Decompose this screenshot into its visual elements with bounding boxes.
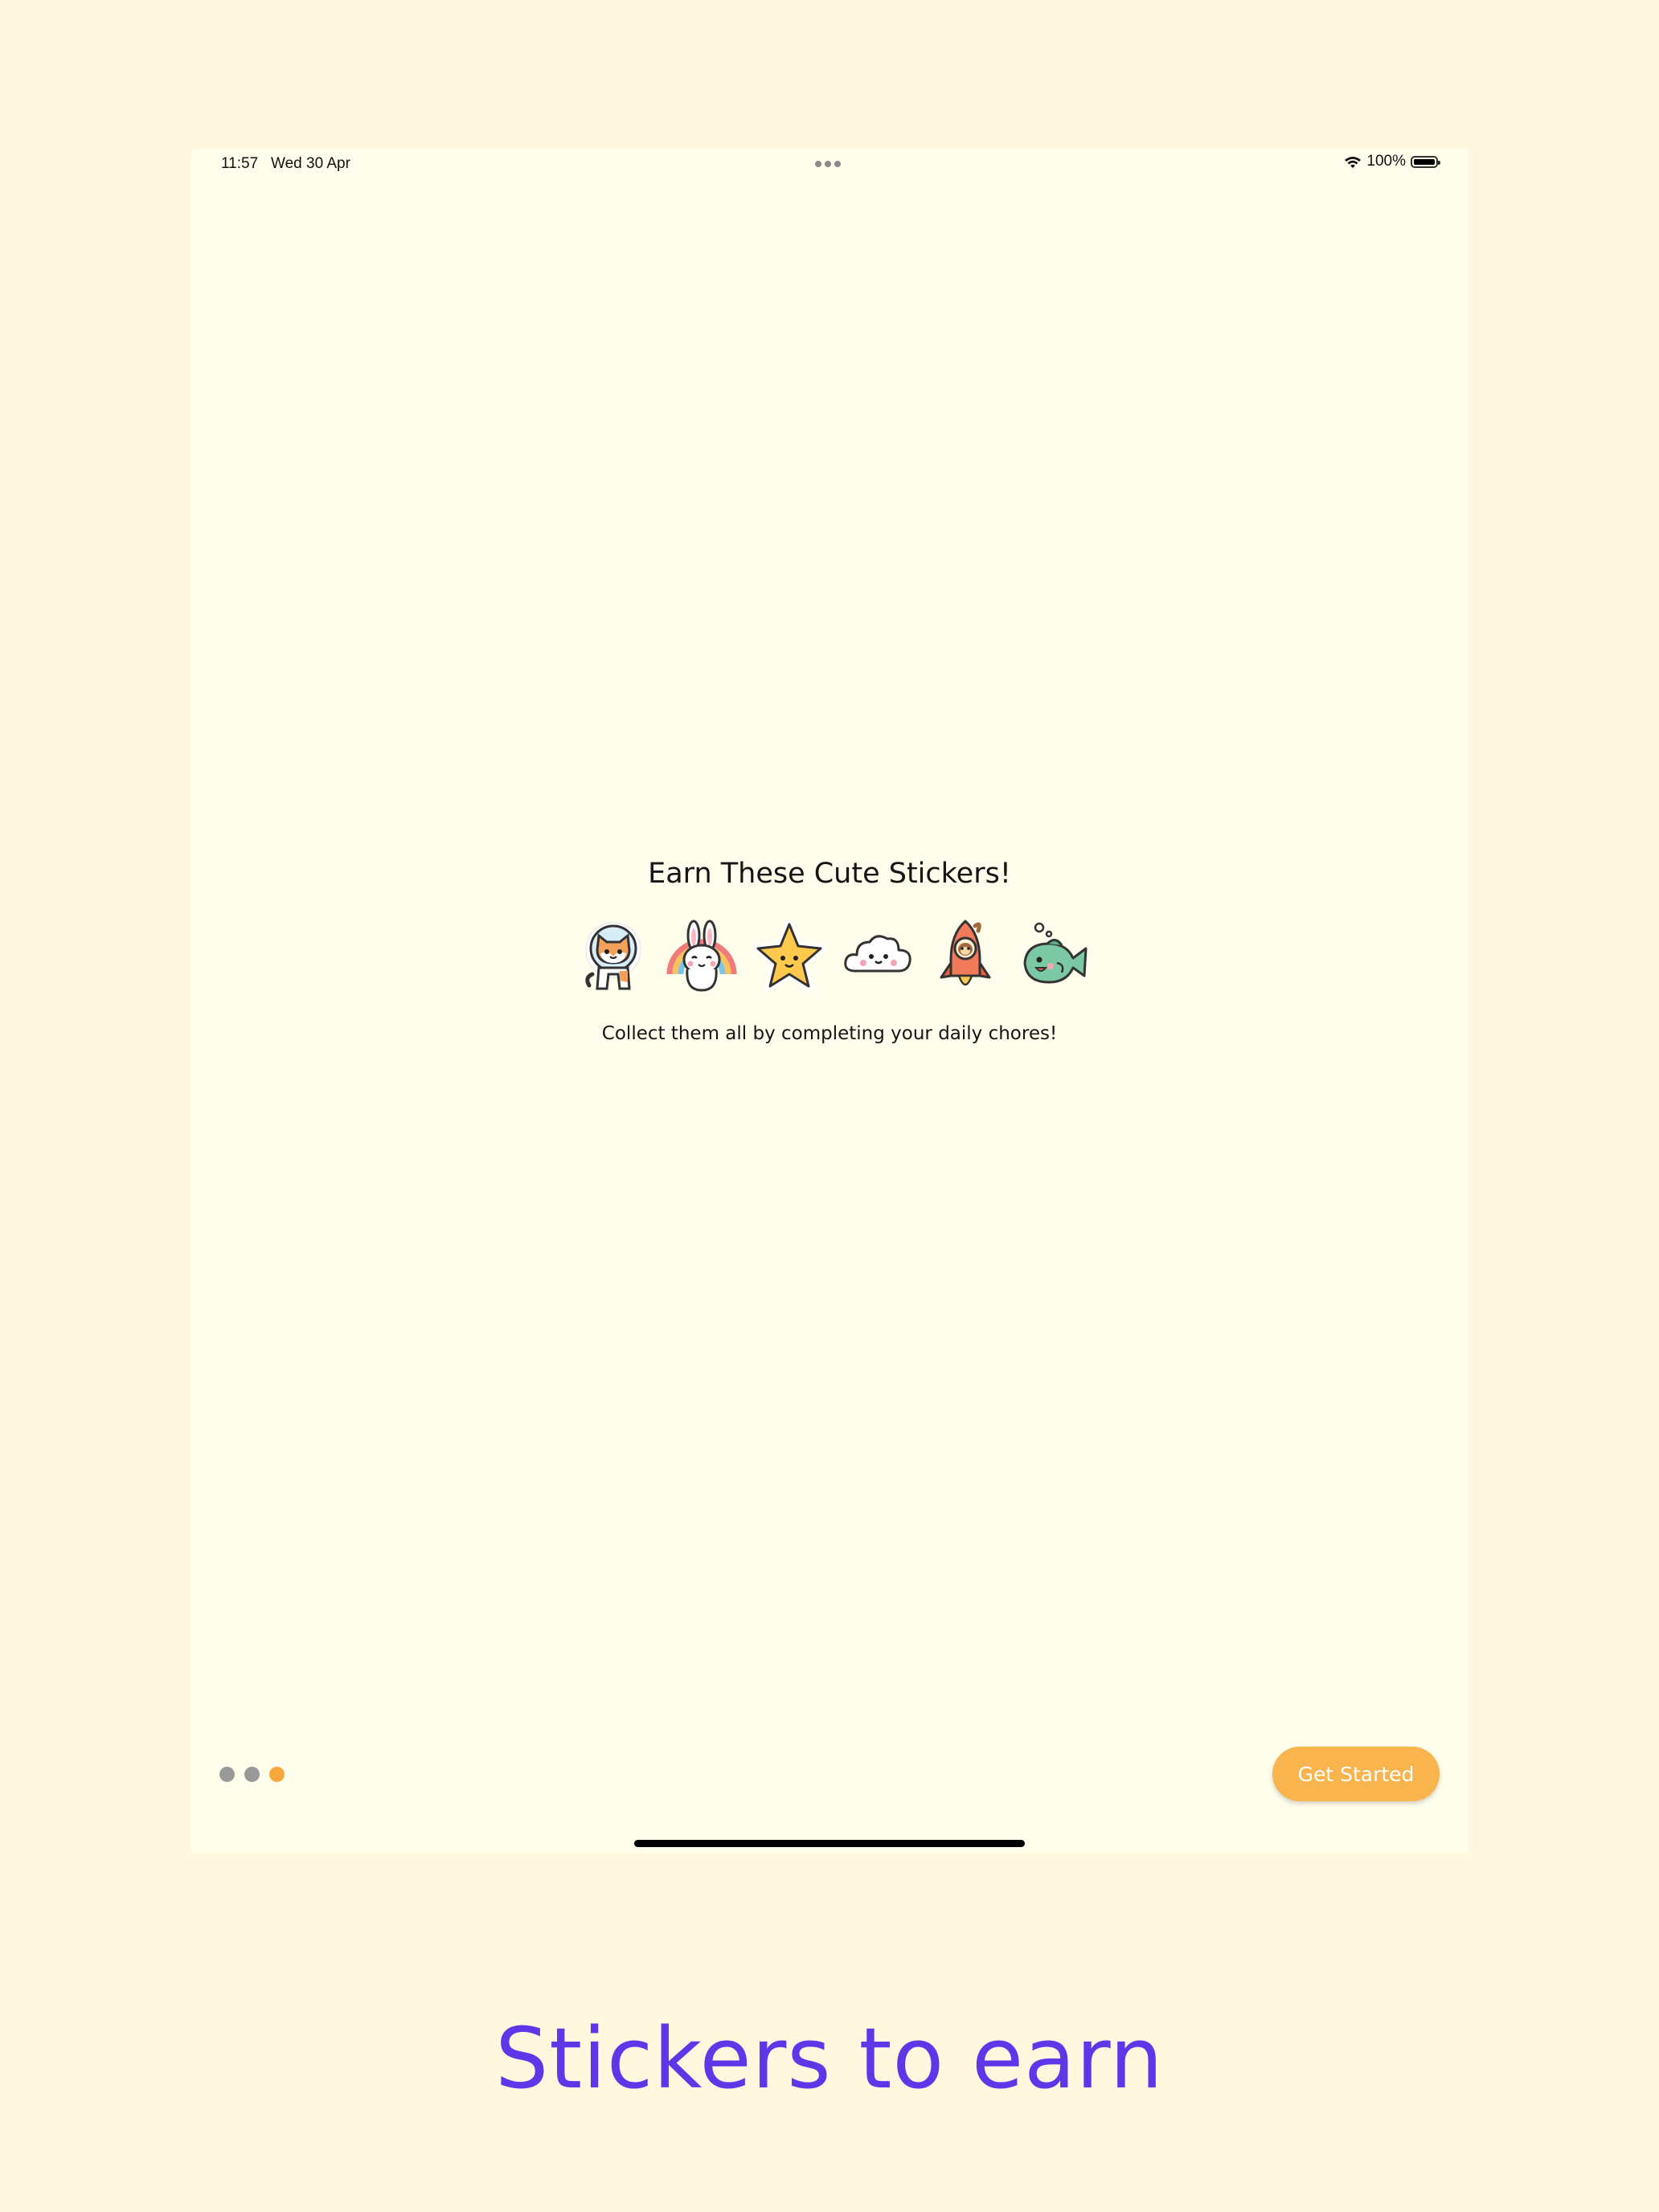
- battery-icon: [1411, 155, 1440, 168]
- wifi-icon: [1345, 156, 1362, 168]
- smiling-fish-sticker: [1023, 922, 1088, 984]
- astronaut-cat-sticker: [585, 922, 641, 990]
- battery-percentage: 100%: [1366, 153, 1406, 170]
- smiling-cloud-sticker: [844, 935, 911, 973]
- sticker-row: [576, 916, 1091, 997]
- onboarding-subtitle: Collect them all by completing your dail…: [601, 1023, 1058, 1044]
- get-started-button[interactable]: Get Started: [1272, 1747, 1440, 1801]
- status-indicators: 100%: [1344, 153, 1440, 170]
- page-dot-1[interactable]: [219, 1767, 235, 1782]
- page-dot-2[interactable]: [244, 1767, 260, 1782]
- rainbow-bunny-sticker: [666, 920, 737, 992]
- app-screen: 11:57 Wed 30 Apr 100% Earn These Cute St…: [190, 149, 1469, 1853]
- page-dot-3-active[interactable]: [269, 1767, 285, 1782]
- rocket-sloth-sticker: [940, 920, 991, 986]
- home-indicator[interactable]: [634, 1840, 1025, 1847]
- marketing-caption: Stickers to earn: [495, 2009, 1164, 2108]
- onboarding-title: Earn These Cute Stickers!: [648, 858, 1011, 890]
- smiling-star-sticker: [752, 920, 827, 991]
- multitasking-dots-icon[interactable]: [815, 161, 841, 167]
- status-time: 11:57: [221, 155, 259, 172]
- page-indicator[interactable]: [219, 1767, 285, 1782]
- status-date: Wed 30 Apr: [271, 155, 350, 172]
- status-bar: 11:57 Wed 30 Apr 100%: [190, 149, 1469, 181]
